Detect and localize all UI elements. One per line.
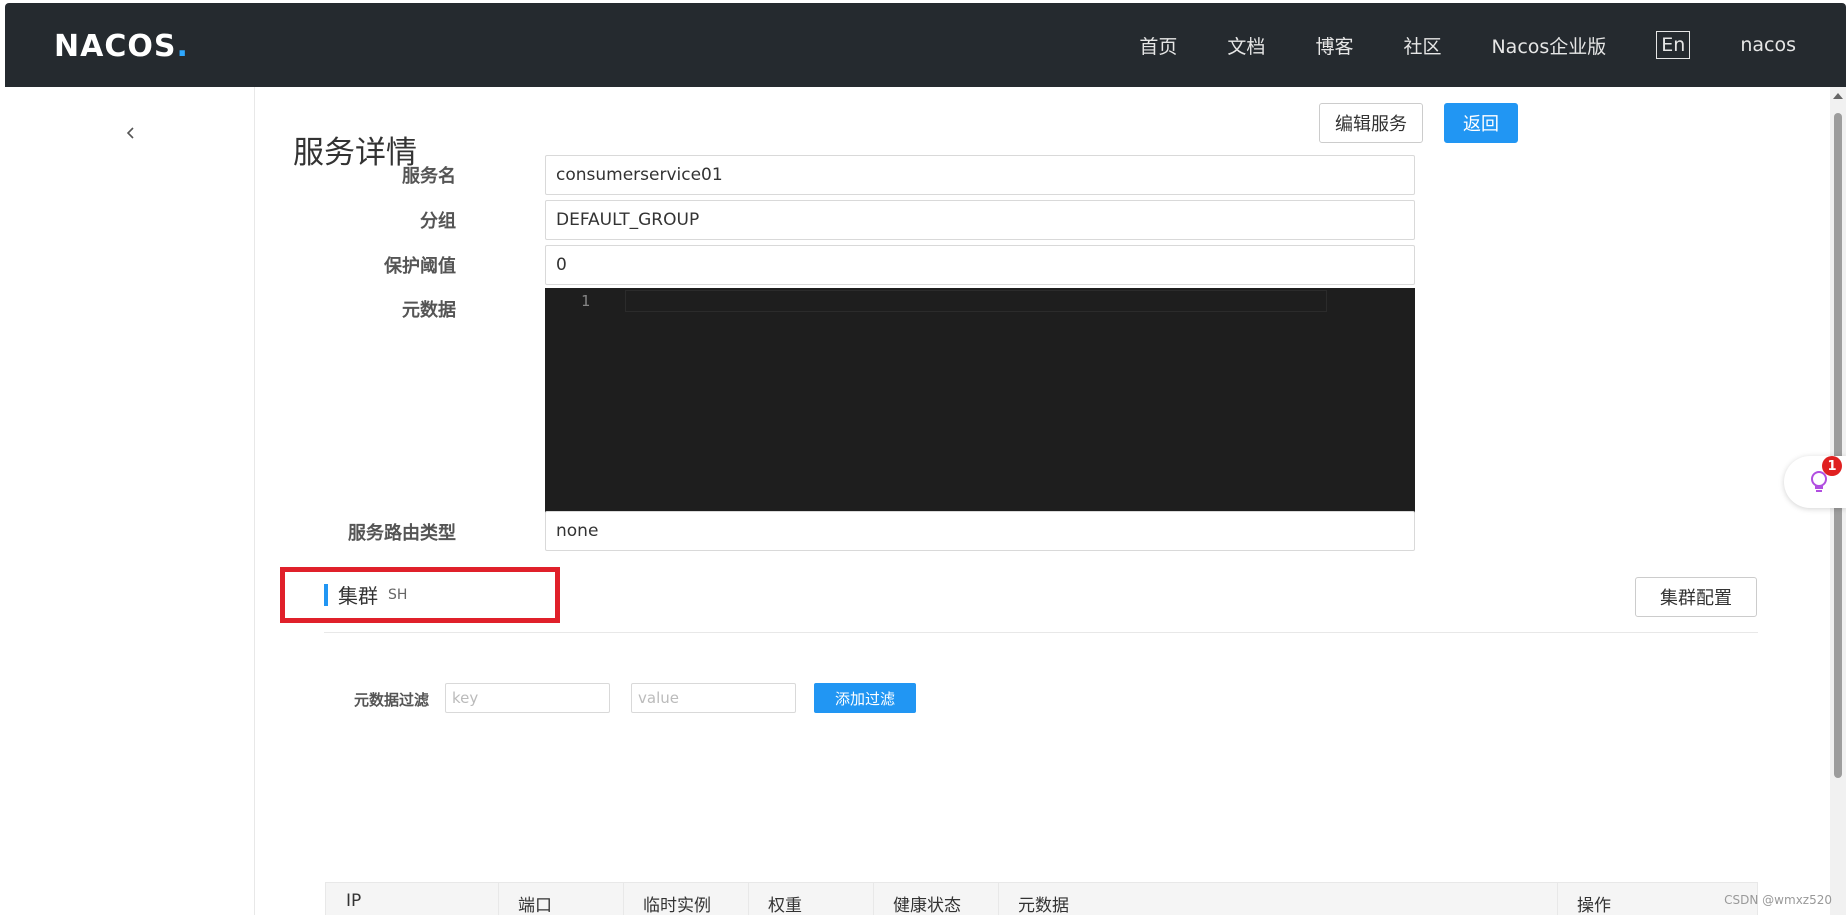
cluster-divider	[324, 632, 1758, 633]
edit-service-button[interactable]: 编辑服务	[1319, 103, 1423, 143]
logo-dot: .	[176, 29, 189, 64]
back-button[interactable]: 返回	[1444, 103, 1518, 143]
column-ip: IP	[346, 891, 362, 911]
column-weight: 权重	[768, 896, 802, 915]
sidebar	[5, 87, 255, 915]
chevron-left-icon[interactable]	[123, 125, 139, 141]
service-name-input[interactable]: consumerservice01	[545, 155, 1415, 195]
user-menu[interactable]: nacos	[1740, 34, 1796, 56]
logo-text: NACOS	[54, 29, 177, 64]
cluster-highlight-box	[280, 567, 560, 623]
nav-docs[interactable]: 文档	[1227, 32, 1265, 59]
column-ephemeral: 临时实例	[643, 896, 711, 915]
csdn-watermark: CSDN @wmxz520	[1724, 893, 1832, 907]
metadata-label: 元数据	[402, 300, 456, 321]
instance-table-header: IP 端口 临时实例 权重 健康状态 元数据 操作	[325, 882, 1758, 915]
cluster-title: 集群	[338, 584, 378, 608]
service-name-label: 服务名	[402, 166, 456, 187]
main-content: 服务详情 编辑服务 返回 服务名 consumerservice01 分组 DE…	[256, 87, 1830, 915]
cluster-header: 集群 SH	[324, 580, 407, 609]
scroll-up-icon[interactable]	[1833, 93, 1843, 99]
notification-badge: 1	[1822, 456, 1842, 476]
nacos-logo[interactable]: NACOS.	[54, 29, 189, 64]
editor-current-line	[625, 290, 1327, 312]
protect-threshold-label: 保护阈值	[384, 256, 456, 277]
main-nav: 首页 文档 博客 社区 Nacos企业版 En nacos	[1089, 3, 1796, 87]
nav-community[interactable]: 社区	[1403, 32, 1441, 59]
column-port: 端口	[518, 896, 552, 915]
selector-type-input[interactable]: none	[545, 511, 1415, 551]
group-input[interactable]: DEFAULT_GROUP	[545, 200, 1415, 240]
top-navigation-bar: NACOS. 首页 文档 博客 社区 Nacos企业版 En nacos	[5, 3, 1846, 87]
scrollbar-thumb[interactable]	[1834, 113, 1842, 778]
cluster-name: SH	[388, 586, 408, 603]
cluster-config-button[interactable]: 集群配置	[1635, 577, 1757, 617]
column-actions: 操作	[1577, 896, 1611, 915]
column-metadata: 元数据	[1018, 896, 1069, 915]
nav-blog[interactable]: 博客	[1315, 32, 1353, 59]
floating-helper-widget[interactable]: 1	[1784, 456, 1846, 508]
protect-threshold-input[interactable]: 0	[545, 245, 1415, 285]
add-filter-button[interactable]: 添加过滤	[814, 683, 916, 713]
filter-key-input[interactable]: key	[445, 683, 610, 713]
metadata-code-editor[interactable]: 1	[545, 288, 1415, 538]
group-label: 分组	[420, 211, 456, 232]
editor-line-number: 1	[581, 292, 591, 310]
nav-home[interactable]: 首页	[1139, 32, 1177, 59]
cluster-accent-bar	[324, 583, 328, 606]
filter-value-input[interactable]: value	[631, 683, 796, 713]
selector-type-label: 服务路由类型	[348, 523, 456, 544]
nav-enterprise[interactable]: Nacos企业版	[1491, 32, 1606, 59]
metadata-filter-label: 元数据过滤	[354, 691, 430, 709]
language-switch[interactable]: En	[1656, 31, 1691, 59]
column-health: 健康状态	[893, 896, 961, 915]
